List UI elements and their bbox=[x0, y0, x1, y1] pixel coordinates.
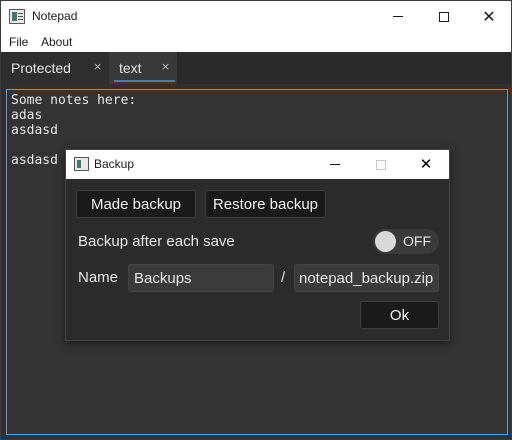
close-icon[interactable]: × bbox=[93, 60, 102, 73]
dialog-close-button[interactable]: ✕ bbox=[403, 150, 449, 179]
close-icon[interactable]: × bbox=[161, 60, 170, 73]
backup-after-save-toggle[interactable]: OFF bbox=[373, 229, 439, 254]
toggle-state: OFF bbox=[403, 233, 431, 249]
backup-filename-input[interactable] bbox=[294, 264, 439, 292]
title-bar: Notepad ✕ bbox=[1, 1, 511, 32]
maximize-icon bbox=[439, 11, 449, 22]
close-button[interactable]: ✕ bbox=[466, 1, 512, 32]
tab-label: text bbox=[119, 60, 142, 76]
tab-bar: Protected × text × bbox=[1, 52, 511, 84]
dialog-minimize-button[interactable] bbox=[312, 150, 358, 179]
maximize-icon bbox=[376, 159, 386, 170]
name-label: Name bbox=[78, 269, 119, 286]
menu-bar: File About bbox=[1, 32, 511, 52]
maximize-button[interactable] bbox=[421, 1, 467, 32]
menu-file[interactable]: File bbox=[9, 35, 28, 49]
notepad-app-icon bbox=[9, 9, 25, 24]
restore-backup-button[interactable]: Restore backup bbox=[205, 190, 326, 218]
window-title: Notepad bbox=[32, 9, 78, 23]
close-icon: ✕ bbox=[419, 155, 433, 173]
close-icon: ✕ bbox=[482, 6, 496, 26]
backup-after-save-label: Backup after each save bbox=[78, 233, 235, 250]
ok-button[interactable]: Ok bbox=[360, 301, 439, 329]
dialog-title: Backup bbox=[94, 157, 135, 171]
toggle-knob bbox=[375, 231, 396, 252]
backup-dialog: Backup ✕ Made backup Restore backup Back… bbox=[65, 149, 450, 341]
notepad-app-icon bbox=[74, 157, 89, 171]
path-separator: / bbox=[281, 269, 286, 286]
dialog-maximize-button bbox=[358, 150, 404, 179]
tab-protected[interactable]: Protected × bbox=[1, 52, 109, 84]
menu-about[interactable]: About bbox=[41, 35, 72, 49]
backup-folder-input[interactable] bbox=[128, 264, 274, 292]
tab-label: Protected bbox=[11, 60, 71, 76]
minimize-icon bbox=[330, 164, 340, 165]
minimize-icon bbox=[393, 16, 403, 17]
dialog-title-bar: Backup ✕ bbox=[66, 150, 449, 179]
minimize-button[interactable] bbox=[375, 1, 421, 32]
tab-text[interactable]: text × bbox=[109, 52, 177, 84]
made-backup-button[interactable]: Made backup bbox=[76, 190, 196, 218]
